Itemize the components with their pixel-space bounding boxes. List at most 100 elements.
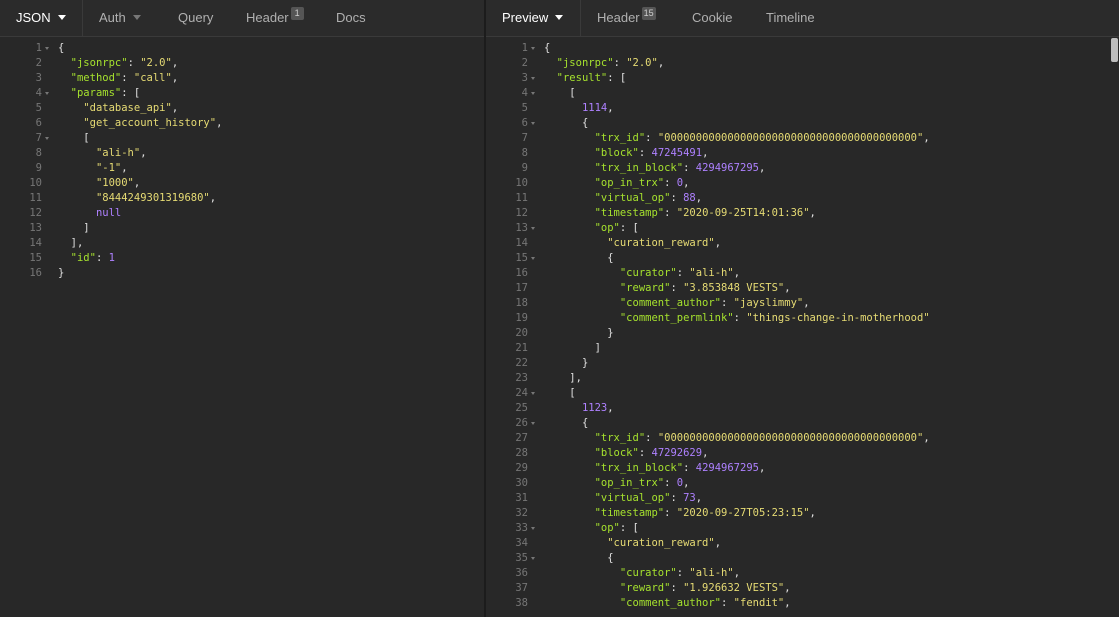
code-line: 8 "block": 47245491, [486, 146, 1119, 161]
json-punctuation: { [58, 42, 65, 54]
json-punctuation: , [803, 297, 810, 309]
chevron-down-icon [555, 15, 564, 20]
json-string: "1.926632 VESTS" [683, 582, 785, 594]
fold-arrow-icon[interactable] [45, 137, 49, 140]
code-line: 23 ], [486, 371, 1119, 386]
json-key: "block" [594, 447, 639, 459]
line-number: 27 [515, 432, 528, 444]
fold-arrow-icon[interactable] [531, 227, 535, 230]
code-line: 24 [ [486, 386, 1119, 401]
fold-arrow-icon[interactable] [531, 122, 535, 125]
line-number: 9 [35, 162, 42, 174]
fold-arrow-icon[interactable] [531, 257, 535, 260]
code-text: "virtual_op": 88, [544, 191, 703, 206]
response-json-viewer: 1{2 "jsonrpc": "2.0", 3 "result": [4 [5 1… [486, 41, 1119, 611]
code-line: 12 null [0, 206, 484, 221]
tab-docs[interactable]: Docs [336, 0, 366, 36]
code-line: 21 ] [486, 341, 1119, 356]
code-line: 2 "jsonrpc": "2.0", [486, 56, 1119, 71]
code-text: ], [58, 236, 84, 251]
line-number: 23 [515, 372, 528, 384]
code-text: "curator": "ali-h", [544, 266, 740, 281]
line-number: 36 [515, 567, 528, 579]
line-number: 11 [515, 192, 528, 204]
json-punctuation: } [581, 357, 589, 369]
json-punctuation: : [683, 162, 696, 174]
tab-docs-label: Docs [336, 10, 366, 25]
code-text: "timestamp": "2020-09-27T05:23:15", [544, 506, 816, 521]
json-punctuation: , [733, 267, 741, 279]
code-text: "ali-h", [58, 146, 147, 161]
code-line: 11 "virtual_op": 88, [486, 191, 1119, 206]
code-line: 38 "comment_author": "fendit", [486, 596, 1119, 611]
tab-query[interactable]: Query [178, 0, 213, 36]
tab-header[interactable]: Header 1 [246, 0, 304, 36]
line-number: 3 [521, 72, 528, 84]
line-number: 12 [29, 207, 42, 219]
code-text: } [544, 356, 588, 371]
code-line: 30 "op_in_trx": 0, [486, 476, 1119, 491]
line-number: 16 [515, 267, 528, 279]
json-punctuation: , [121, 162, 128, 174]
tab-preview[interactable]: Preview [502, 0, 564, 36]
code-text: "virtual_op": 73, [544, 491, 703, 506]
fold-arrow-icon[interactable] [531, 422, 535, 425]
line-number: 24 [515, 387, 528, 399]
json-string: "call" [133, 72, 172, 84]
json-string: "ali-h" [689, 267, 734, 279]
code-text: { [544, 416, 588, 431]
json-key: "trx_id" [594, 132, 646, 144]
json-punctuation: , [714, 237, 722, 249]
code-text: "jsonrpc": "2.0", [58, 56, 179, 71]
code-line: 13 "op": [ [486, 221, 1119, 236]
fold-arrow-icon[interactable] [531, 92, 535, 95]
line-number: 10 [29, 177, 42, 189]
response-preview-pane: Preview Header 15 Cookie Timeline 1{2 "js… [486, 0, 1119, 617]
line-number: 31 [515, 492, 528, 504]
json-key: "comment_permlink" [619, 312, 734, 324]
tab-timeline[interactable]: Timeline [766, 0, 815, 36]
fold-arrow-icon[interactable] [531, 77, 535, 80]
json-punctuation: , [209, 192, 217, 204]
scrollbar-thumb[interactable] [1111, 38, 1118, 62]
fold-arrow-icon[interactable] [531, 557, 535, 560]
fold-arrow-icon[interactable] [531, 47, 535, 50]
fold-arrow-icon[interactable] [531, 527, 535, 530]
json-punctuation: : [613, 57, 627, 69]
line-number: 34 [515, 537, 528, 549]
chevron-down-icon [57, 15, 66, 20]
line-number: 37 [515, 582, 528, 594]
fold-arrow-icon[interactable] [45, 92, 49, 95]
code-text: "method": "call", [58, 71, 179, 86]
code-line: 1{ [486, 41, 1119, 56]
json-string: "2.0" [140, 57, 172, 69]
code-line: 2 "jsonrpc": "2.0", [0, 56, 484, 71]
tab-response-header[interactable]: Header 15 [597, 0, 656, 36]
json-key: "op_in_trx" [594, 477, 665, 489]
code-text: } [58, 266, 64, 281]
code-line: 6 { [486, 116, 1119, 131]
fold-arrow-icon[interactable] [45, 47, 49, 50]
tab-auth[interactable]: Auth [99, 0, 141, 36]
tab-json[interactable]: JSON [16, 0, 66, 36]
json-punctuation: { [581, 117, 589, 129]
request-json-editor[interactable]: 1{2 "jsonrpc": "2.0", 3 "method": "call",… [0, 41, 484, 281]
fold-arrow-icon[interactable] [531, 392, 535, 395]
code-line: 16 "curator": "ali-h", [486, 266, 1119, 281]
code-text: { [544, 551, 613, 566]
json-punctuation: : [638, 447, 652, 459]
tab-cookie[interactable]: Cookie [692, 0, 732, 36]
